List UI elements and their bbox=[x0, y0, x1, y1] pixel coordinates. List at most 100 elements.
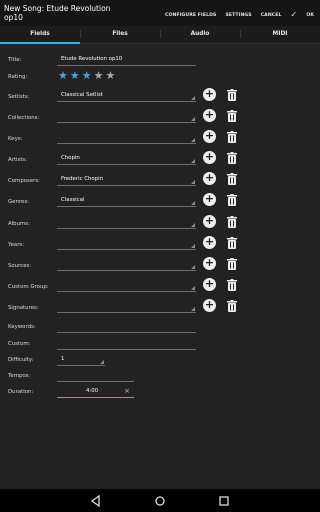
custom-input[interactable] bbox=[57, 338, 196, 350]
genres-dropdown[interactable]: Classical bbox=[57, 195, 196, 207]
recents-icon[interactable] bbox=[217, 494, 231, 508]
close-icon[interactable]: × bbox=[124, 387, 130, 395]
trash-icon bbox=[227, 131, 237, 143]
duration-value: 4:00 bbox=[86, 388, 99, 394]
plus-circle-icon: + bbox=[204, 214, 215, 227]
years-dropdown[interactable] bbox=[57, 238, 196, 250]
custom-group-dropdown[interactable] bbox=[57, 280, 196, 292]
setlists-label: Setlists: bbox=[8, 94, 30, 100]
add-source-button[interactable]: + bbox=[203, 257, 216, 270]
delete-artist-button[interactable] bbox=[227, 152, 237, 164]
plus-circle-icon: + bbox=[204, 256, 215, 269]
plus-circle-icon: + bbox=[204, 277, 215, 290]
tab-files[interactable]: Files bbox=[80, 26, 160, 43]
tab-audio[interactable]: Audio bbox=[160, 26, 240, 43]
navigation-bar bbox=[0, 489, 320, 512]
delete-custom-group-button[interactable] bbox=[227, 279, 237, 291]
rating-stars[interactable]: ★ ★ ★ ★ ★ bbox=[58, 70, 115, 81]
keys-dropdown[interactable] bbox=[57, 132, 196, 144]
trash-icon bbox=[227, 237, 237, 249]
tempos-input[interactable] bbox=[57, 370, 134, 382]
delete-genre-button[interactable] bbox=[227, 194, 237, 206]
setlists-dropdown[interactable]: Classical Setlist bbox=[57, 90, 196, 102]
sources-dropdown[interactable] bbox=[57, 259, 196, 271]
cancel-button[interactable]: CANCEL bbox=[261, 13, 282, 18]
trash-icon bbox=[227, 89, 237, 101]
home-icon[interactable] bbox=[153, 494, 167, 508]
star-icon[interactable]: ★ bbox=[94, 70, 104, 81]
add-artist-button[interactable]: + bbox=[203, 151, 216, 164]
tempos-label: Tempos: bbox=[8, 373, 31, 379]
duration-input[interactable]: 4:00 × bbox=[57, 386, 134, 398]
tab-fields[interactable]: Fields bbox=[0, 26, 80, 44]
artists-dropdown[interactable]: Chopin bbox=[57, 153, 196, 165]
settings-button[interactable]: SETTINGS bbox=[225, 13, 251, 18]
tab-bar: Fields Files Audio MIDI bbox=[0, 26, 320, 44]
custom-label: Custom: bbox=[8, 341, 31, 347]
trash-icon bbox=[227, 152, 237, 164]
plus-circle-icon: + bbox=[204, 235, 215, 248]
star-icon[interactable]: ★ bbox=[58, 70, 68, 81]
duration-label: Duration: bbox=[8, 389, 34, 395]
signatures-dropdown[interactable] bbox=[57, 301, 196, 313]
plus-circle-icon: + bbox=[204, 108, 215, 121]
plus-circle-icon: + bbox=[204, 192, 215, 205]
fields-form: Title: Etude Revolution op10 Rating: ★ ★ ★… bbox=[0, 45, 320, 489]
signatures-label: Signatures: bbox=[8, 305, 39, 311]
collections-dropdown[interactable] bbox=[57, 111, 196, 123]
composers-dropdown[interactable]: Frederic Chopin bbox=[57, 174, 196, 186]
add-setlist-button[interactable]: + bbox=[203, 88, 216, 101]
add-collection-button[interactable]: + bbox=[203, 109, 216, 122]
keywords-input[interactable] bbox=[57, 321, 196, 333]
delete-key-button[interactable] bbox=[227, 131, 237, 143]
plus-circle-icon: + bbox=[204, 171, 215, 184]
delete-composer-button[interactable] bbox=[227, 173, 237, 185]
delete-collection-button[interactable] bbox=[227, 110, 237, 122]
rating-label: Rating: bbox=[8, 74, 28, 80]
artists-label: Artists: bbox=[8, 157, 28, 163]
ok-button[interactable]: OK bbox=[306, 13, 314, 18]
tab-midi[interactable]: MIDI bbox=[240, 26, 320, 43]
collections-label: Collections: bbox=[8, 115, 40, 121]
difficulty-dropdown[interactable]: 1 bbox=[57, 354, 105, 366]
trash-icon bbox=[227, 300, 237, 312]
star-icon[interactable]: ★ bbox=[82, 70, 92, 81]
plus-circle-icon: + bbox=[204, 298, 215, 311]
difficulty-label: Difficulty: bbox=[8, 357, 34, 363]
add-custom-group-button[interactable]: + bbox=[203, 278, 216, 291]
delete-source-button[interactable] bbox=[227, 258, 237, 270]
action-buttons: CONFIGURE FIELDS SETTINGS CANCEL ✓ OK bbox=[165, 10, 314, 20]
add-signature-button[interactable]: + bbox=[203, 299, 216, 312]
delete-year-button[interactable] bbox=[227, 237, 237, 249]
delete-setlist-button[interactable] bbox=[227, 89, 237, 101]
trash-icon bbox=[227, 194, 237, 206]
add-album-button[interactable]: + bbox=[203, 215, 216, 228]
albums-dropdown[interactable] bbox=[57, 217, 196, 229]
years-label: Years: bbox=[8, 242, 25, 248]
composers-label: Composers: bbox=[8, 178, 40, 184]
sources-label: Sources: bbox=[8, 263, 32, 269]
delete-signature-button[interactable] bbox=[227, 300, 237, 312]
keywords-label: Keywords: bbox=[8, 324, 36, 330]
trash-icon bbox=[227, 279, 237, 291]
add-key-button[interactable]: + bbox=[203, 130, 216, 143]
keys-label: Keys: bbox=[8, 136, 23, 142]
add-genre-button[interactable]: + bbox=[203, 193, 216, 206]
star-icon[interactable]: ★ bbox=[106, 70, 116, 81]
back-icon[interactable] bbox=[89, 494, 103, 508]
trash-icon bbox=[227, 173, 237, 185]
star-icon[interactable]: ★ bbox=[70, 70, 80, 81]
check-icon[interactable]: ✓ bbox=[291, 11, 298, 19]
action-bar: New Song: Etude Revolution op10 CONFIGUR… bbox=[0, 0, 320, 26]
plus-circle-icon: + bbox=[204, 87, 215, 100]
trash-icon bbox=[227, 110, 237, 122]
configure-fields-button[interactable]: CONFIGURE FIELDS bbox=[165, 13, 216, 18]
plus-circle-icon: + bbox=[204, 150, 215, 163]
add-year-button[interactable]: + bbox=[203, 236, 216, 249]
delete-album-button[interactable] bbox=[227, 216, 237, 228]
trash-icon bbox=[227, 258, 237, 270]
add-composer-button[interactable]: + bbox=[203, 172, 216, 185]
title-input[interactable]: Etude Revolution op10 bbox=[57, 54, 196, 66]
custom-group-label: Custom Group: bbox=[8, 284, 49, 290]
page-title: New Song: Etude Revolution op10 bbox=[4, 4, 111, 22]
